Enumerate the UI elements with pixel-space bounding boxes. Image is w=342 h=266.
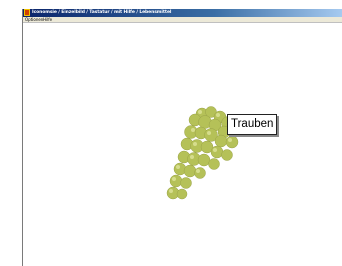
screen: Iconomsie / Einzelbild / Tastatur / mit …: [0, 0, 342, 266]
content-area: Trauben: [23, 23, 342, 266]
word-label: Trauben: [227, 114, 278, 135]
title-bar[interactable]: Iconomsie / Einzelbild / Tastatur / mit …: [23, 9, 342, 17]
app-icon: [24, 9, 30, 16]
window-title: Iconomsie / Einzelbild / Tastatur / mit …: [32, 10, 172, 15]
app-window: Iconomsie / Einzelbild / Tastatur / mit …: [22, 9, 342, 266]
